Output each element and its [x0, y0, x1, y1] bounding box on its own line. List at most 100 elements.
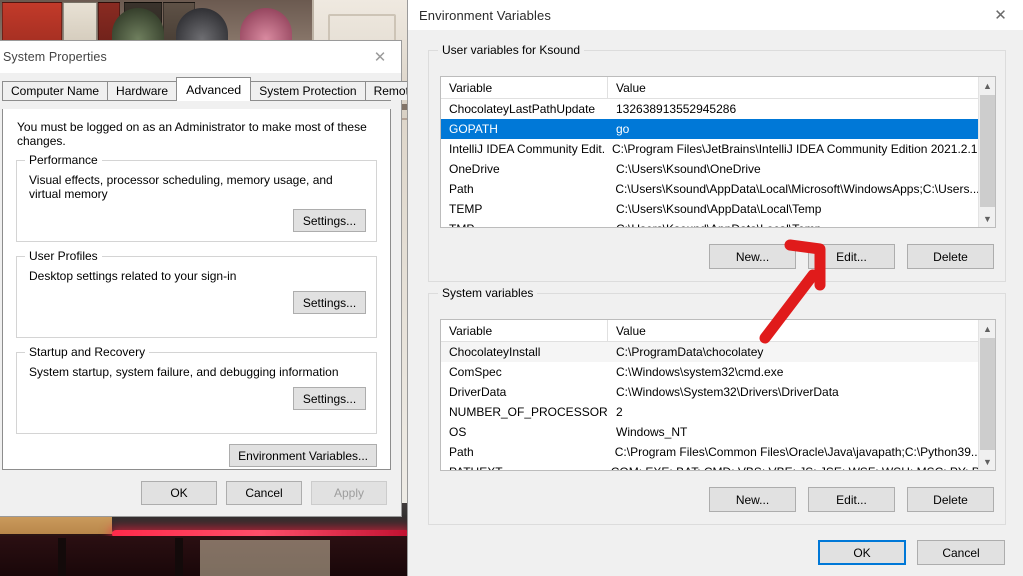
performance-settings-button[interactable]: Settings... [293, 209, 366, 232]
cell-value: C:\Program Files\Common Files\Oracle\Jav… [607, 445, 978, 459]
tab-system-protection[interactable]: System Protection [250, 81, 365, 100]
user-variables-table-header: Variable Value [441, 77, 978, 99]
startup-recovery-group-title: Startup and Recovery [25, 345, 149, 359]
column-header-value[interactable]: Value [608, 320, 978, 342]
table-row[interactable]: ComSpec C:\Windows\system32\cmd.exe [441, 362, 978, 382]
table-row[interactable]: Path C:\Users\Ksound\AppData\Local\Micro… [441, 179, 978, 199]
background-chair-leg [58, 538, 66, 576]
environment-variables-window: Environment Variables ✕ User variables f… [407, 0, 1023, 576]
system-variables-new-button[interactable]: New... [709, 487, 796, 512]
cell-variable: GOPATH [441, 122, 608, 136]
performance-group-title: Performance [25, 153, 102, 167]
table-row[interactable]: PATHEXT .COM;.EXE;.BAT;.CMD;.VBS;.VBE;.J… [441, 462, 978, 471]
user-variables-button-row: New... Edit... Delete [709, 244, 994, 269]
table-row[interactable]: GOPATH go [441, 119, 978, 139]
cell-value: C:\Windows\System32\Drivers\DriverData [608, 385, 978, 399]
cell-value: C:\Users\Ksound\AppData\Local\Temp [608, 202, 978, 216]
system-variables-table[interactable]: Variable Value ChocolateyInstall C:\Prog… [440, 319, 996, 471]
system-properties-cancel-button[interactable]: Cancel [226, 481, 302, 505]
performance-group: Performance Visual effects, processor sc… [16, 160, 377, 242]
column-header-value[interactable]: Value [608, 77, 978, 99]
environment-variables-titlebar: Environment Variables ✕ [408, 0, 1023, 30]
tab-advanced[interactable]: Advanced [176, 77, 251, 101]
table-row[interactable]: Path C:\Program Files\Common Files\Oracl… [441, 442, 978, 462]
table-row[interactable]: ChocolateyLastPathUpdate 132638913552945… [441, 99, 978, 119]
cell-variable: PATHEXT [441, 465, 599, 471]
cell-value: C:\Users\Ksound\OneDrive [608, 162, 978, 176]
administrator-note: You must be logged on as an Administrato… [3, 109, 390, 154]
chevron-down-icon[interactable]: ▼ [979, 453, 996, 470]
table-row[interactable]: OS Windows_NT [441, 422, 978, 442]
close-icon[interactable]: ✕ [359, 41, 401, 73]
table-row[interactable]: ChocolateyInstall C:\ProgramData\chocola… [441, 342, 978, 362]
system-variables-scrollbar[interactable]: ▲ ▼ [978, 320, 995, 470]
scrollbar-thumb[interactable] [980, 338, 995, 450]
table-row[interactable]: NUMBER_OF_PROCESSORS 2 [441, 402, 978, 422]
advanced-tab-panel: You must be logged on as an Administrato… [2, 109, 391, 470]
user-variables-edit-button[interactable]: Edit... [808, 244, 895, 269]
startup-recovery-description: System startup, system failure, and debu… [29, 365, 366, 379]
close-icon[interactable]: ✕ [978, 0, 1023, 30]
cell-variable: DriverData [441, 385, 608, 399]
cell-variable: ChocolateyLastPathUpdate [441, 102, 608, 116]
user-variables-delete-button[interactable]: Delete [907, 244, 994, 269]
system-variables-button-row: New... Edit... Delete [709, 487, 994, 512]
system-variables-table-header: Variable Value [441, 320, 978, 342]
environment-variables-title: Environment Variables [419, 8, 551, 23]
startup-recovery-button-row: Settings... [27, 387, 366, 410]
system-variables-edit-button[interactable]: Edit... [808, 487, 895, 512]
cell-value: C:\Users\Ksound\AppData\Local\Temp [608, 222, 978, 228]
performance-button-row: Settings... [27, 209, 366, 232]
system-variables-delete-button[interactable]: Delete [907, 487, 994, 512]
startup-recovery-settings-button[interactable]: Settings... [293, 387, 366, 410]
cell-variable: OneDrive [441, 162, 608, 176]
table-row[interactable]: DriverData C:\Windows\System32\Drivers\D… [441, 382, 978, 402]
chevron-up-icon[interactable]: ▲ [979, 320, 996, 337]
background-carpet [200, 540, 330, 576]
column-header-variable[interactable]: Variable [441, 77, 608, 99]
chevron-up-icon[interactable]: ▲ [979, 77, 996, 94]
user-profiles-group: User Profiles Desktop settings related t… [16, 256, 377, 338]
cell-value: C:\Users\Ksound\AppData\Local\Microsoft\… [607, 182, 978, 196]
column-header-variable[interactable]: Variable [441, 320, 608, 342]
cell-value: C:\Program Files\JetBrains\IntelliJ IDEA… [604, 142, 978, 156]
cell-value: 2 [608, 405, 978, 419]
chevron-down-icon[interactable]: ▼ [979, 210, 996, 227]
cell-value: 132638913552945286 [608, 102, 978, 116]
system-properties-title: System Properties [3, 50, 107, 64]
cell-variable: IntelliJ IDEA Community Edit... [441, 142, 604, 156]
environment-variables-footer: OK Cancel [818, 540, 1005, 565]
user-variables-table[interactable]: Variable Value ChocolateyLastPathUpdate … [440, 76, 996, 228]
startup-recovery-group: Startup and Recovery System startup, sys… [16, 352, 377, 434]
environment-variables-button-row: Environment Variables... [16, 444, 377, 467]
cell-variable: Path [441, 182, 607, 196]
system-properties-tabstrip: Computer Name Hardware Advanced System P… [2, 79, 391, 101]
system-variables-group: System variables Variable Value Chocolat… [428, 293, 1006, 525]
cell-value: .COM;.EXE;.BAT;.CMD;.VBS;.VBE;.JS;.JSE;.… [599, 465, 978, 471]
user-profiles-description: Desktop settings related to your sign-in [29, 269, 366, 283]
user-variables-group: User variables for Ksound Variable Value… [428, 50, 1006, 282]
user-profiles-settings-button[interactable]: Settings... [293, 291, 366, 314]
environment-variables-button[interactable]: Environment Variables... [229, 444, 377, 467]
cell-variable: Path [441, 445, 607, 459]
table-row[interactable]: TMP C:\Users\Ksound\AppData\Local\Temp [441, 219, 978, 228]
system-variables-table-body: Variable Value ChocolateyInstall C:\Prog… [441, 320, 978, 470]
system-variables-group-title: System variables [438, 286, 537, 300]
environment-variables-ok-button[interactable]: OK [818, 540, 906, 565]
tab-hardware[interactable]: Hardware [107, 81, 177, 100]
cell-value: Windows_NT [608, 425, 978, 439]
user-variables-new-button[interactable]: New... [709, 244, 796, 269]
user-profiles-button-row: Settings... [27, 291, 366, 314]
cell-value: go [608, 122, 978, 136]
cell-variable: TEMP [441, 202, 608, 216]
scrollbar-thumb[interactable] [980, 95, 995, 207]
cell-variable: ChocolateyInstall [441, 345, 608, 359]
system-properties-ok-button[interactable]: OK [141, 481, 217, 505]
table-row[interactable]: OneDrive C:\Users\Ksound\OneDrive [441, 159, 978, 179]
table-row[interactable]: IntelliJ IDEA Community Edit... C:\Progr… [441, 139, 978, 159]
tab-computer-name[interactable]: Computer Name [2, 81, 108, 100]
user-variables-scrollbar[interactable]: ▲ ▼ [978, 77, 995, 227]
cell-variable: NUMBER_OF_PROCESSORS [441, 405, 608, 419]
environment-variables-cancel-button[interactable]: Cancel [917, 540, 1005, 565]
table-row[interactable]: TEMP C:\Users\Ksound\AppData\Local\Temp [441, 199, 978, 219]
